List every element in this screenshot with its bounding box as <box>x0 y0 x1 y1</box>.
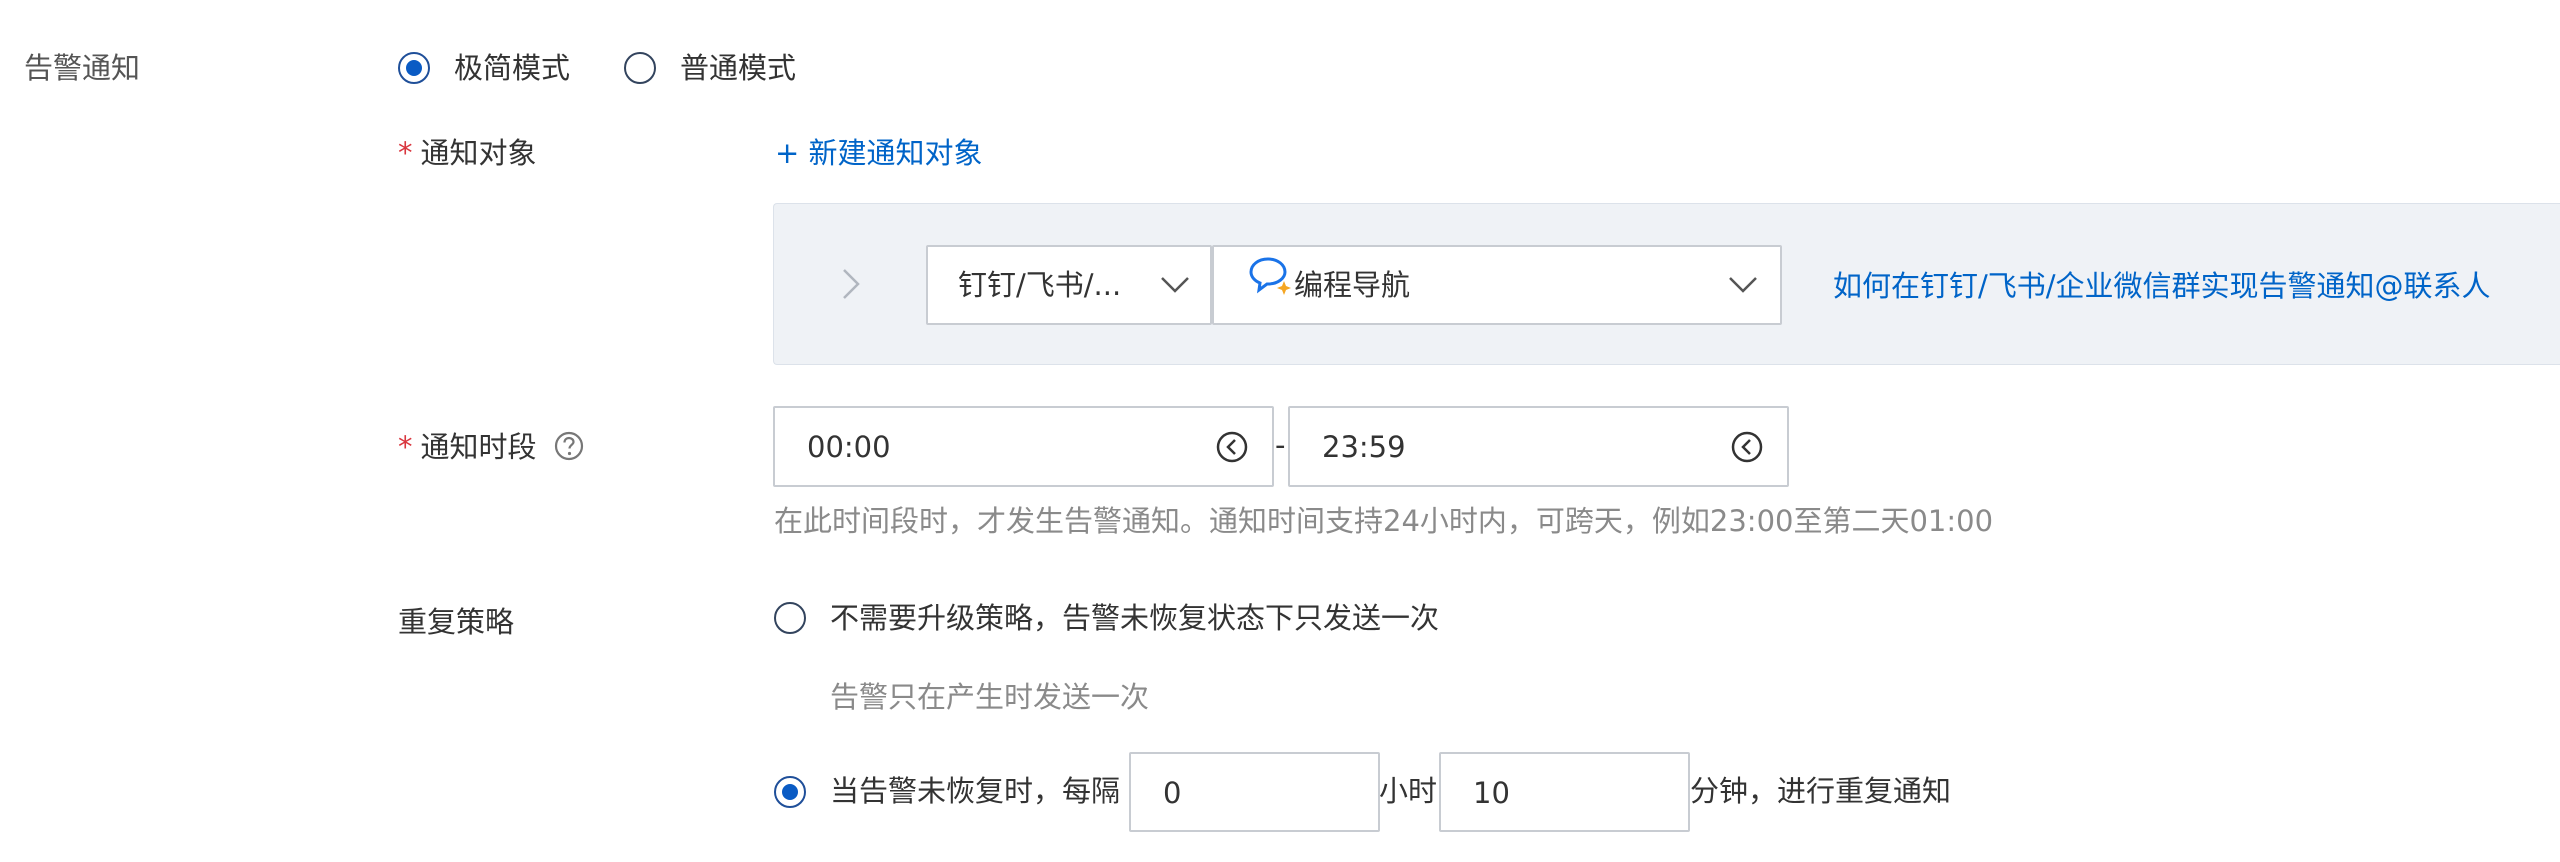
chevron-down-icon <box>1160 273 1190 301</box>
time-separator: - <box>1275 428 1286 462</box>
mode-normal-label[interactable]: 普通模式 <box>680 48 796 88</box>
target-label-row: * 通知对象 <box>398 133 537 173</box>
chevron-right-icon[interactable] <box>838 266 864 302</box>
repeat-minutes-value: 10 <box>1473 776 1510 810</box>
clock-icon[interactable] <box>1215 430 1249 468</box>
repeat-hours-input[interactable]: 0 <box>1129 752 1380 832</box>
repeat-hours-value: 0 <box>1163 776 1182 810</box>
channel-select-value: 钉钉/飞书/... <box>958 268 1122 302</box>
mode-simple-radio[interactable] <box>398 52 430 84</box>
start-time-value: 00:00 <box>807 430 891 464</box>
channel-select[interactable]: 钉钉/飞书/... <box>926 245 1212 325</box>
repeat-hours-unit: 小时 <box>1379 774 1438 808</box>
mode-normal-radio[interactable] <box>624 52 656 84</box>
repeat-once-radio[interactable] <box>774 602 806 634</box>
required-mark: * <box>398 136 413 170</box>
clock-icon[interactable] <box>1730 430 1764 468</box>
chat-bubble-icon <box>1248 253 1294 299</box>
repeat-interval-option[interactable] <box>774 776 806 808</box>
target-label: 通知对象 <box>420 136 537 170</box>
repeat-interval-prefix: 当告警未恢复时，每隔 <box>830 774 1121 808</box>
help-mention-link[interactable]: 如何在钉钉/飞书/企业微信群实现告警通知@联系人 <box>1833 266 2491 306</box>
repeat-label: 重复策略 <box>398 605 515 639</box>
repeat-minutes-input[interactable]: 10 <box>1439 752 1690 832</box>
period-label: 通知时段 <box>420 430 537 464</box>
period-hint: 在此时间段时，才发生告警通知。通知时间支持24小时内，可跨天，例如23:00至第… <box>774 504 1994 538</box>
new-target-link[interactable]: + 新建通知对象 <box>775 133 983 173</box>
repeat-once-option[interactable] <box>774 602 806 634</box>
required-mark: * <box>398 430 413 464</box>
chevron-down-icon <box>1728 273 1758 301</box>
start-time-input[interactable]: 00:00 <box>773 406 1274 487</box>
help-question-icon[interactable] <box>553 430 585 462</box>
repeat-interval-radio[interactable] <box>774 776 806 808</box>
alert-notification-label: 告警通知 <box>24 51 141 85</box>
repeat-once-sub: 告警只在产生时发送一次 <box>830 680 1150 714</box>
repeat-interval-suffix: 分钟，进行重复通知 <box>1690 774 1952 808</box>
group-select-value: 编程导航 <box>1294 268 1411 302</box>
period-label-row: * 通知时段 <box>398 427 537 467</box>
repeat-once-label[interactable]: 不需要升级策略，告警未恢复状态下只发送一次 <box>830 598 1439 638</box>
group-select[interactable]: 编程导航 <box>1212 245 1782 325</box>
alert-notification-form: 告警通知 极简模式 普通模式 *通知对象 + 新建通知对象 钉钉/飞书/... <box>0 0 2560 862</box>
mode-simple-label[interactable]: 极简模式 <box>454 48 570 88</box>
mode-simple-option[interactable] <box>398 52 430 84</box>
end-time-input[interactable]: 23:59 <box>1288 406 1789 487</box>
end-time-value: 23:59 <box>1322 430 1406 464</box>
mode-normal-option[interactable] <box>624 52 656 84</box>
